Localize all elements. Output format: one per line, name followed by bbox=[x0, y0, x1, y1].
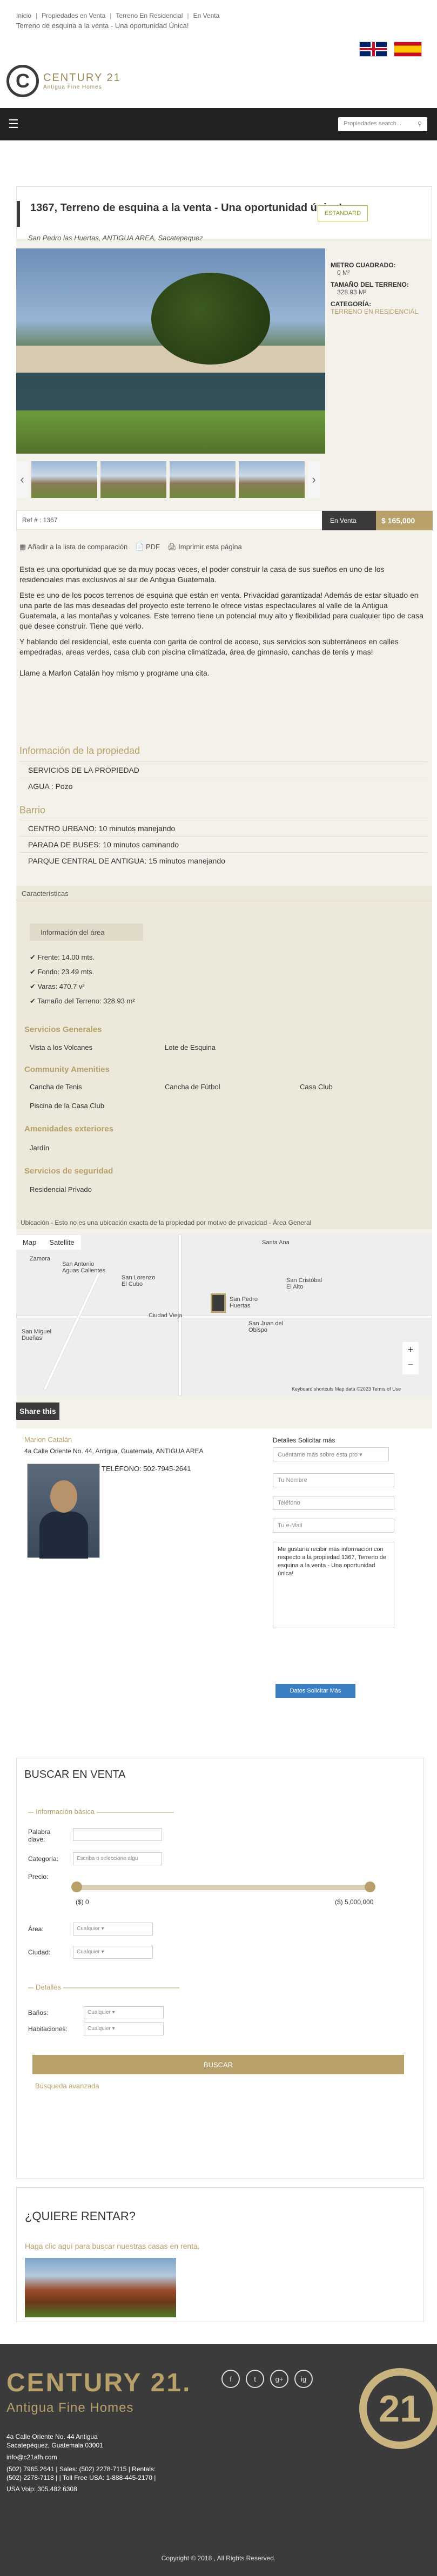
footer-brand-sub: Antigua Fine Homes bbox=[6, 2400, 134, 2415]
email-field[interactable]: Tu e-Mail bbox=[273, 1519, 394, 1533]
tab-area-info[interactable]: Información del área bbox=[30, 923, 143, 941]
main-photo[interactable] bbox=[16, 248, 325, 454]
listing-specs: METRO CUADRADO: 0 M² TAMAÑO DEL TERRENO:… bbox=[331, 257, 433, 315]
facebook-icon[interactable]: f bbox=[221, 2370, 240, 2388]
footer-brand: CENTURY 21. bbox=[6, 2369, 192, 2397]
search-title: BUSCAR EN VENTA bbox=[24, 1769, 126, 1781]
search-input[interactable]: Propiedades search... ⚲ bbox=[338, 117, 427, 131]
compare-button[interactable]: ▦ Añadir a la lista de comparación bbox=[19, 543, 127, 551]
features-header: Características bbox=[16, 888, 432, 900]
phone-field[interactable]: Teléfono bbox=[273, 1496, 394, 1510]
name-field[interactable]: Tu Nombre bbox=[273, 1473, 394, 1487]
thumbnail[interactable] bbox=[170, 461, 236, 498]
inquiry-select[interactable]: Cuéntame más sobre esta pro ▾ bbox=[273, 1447, 389, 1461]
thumbnail[interactable] bbox=[239, 461, 305, 498]
price-min-handle[interactable] bbox=[71, 1882, 82, 1892]
breadcrumb: Inicio | Propiedades en Venta | Terreno En… bbox=[16, 12, 220, 19]
instagram-icon[interactable]: ig bbox=[294, 2370, 313, 2388]
thumbnail[interactable] bbox=[31, 461, 97, 498]
rent-link[interactable]: Haga clic aquí para buscar nuestras casa… bbox=[25, 2242, 200, 2250]
map-note: Ubicación - Esto no es una ubicación exa… bbox=[16, 1215, 432, 1229]
rooms-select[interactable]: Cualquier ▾ bbox=[84, 2022, 164, 2035]
city-select[interactable]: Cualquier ▾ bbox=[73, 1946, 153, 1959]
agent-photo bbox=[27, 1464, 100, 1559]
spanish-flag-icon[interactable] bbox=[394, 42, 422, 57]
price-max-handle[interactable] bbox=[365, 1882, 375, 1892]
listing-description: Esta es una oportunidad que se da muy po… bbox=[19, 565, 423, 677]
send-request-button[interactable]: Datos Solicitar Más bbox=[275, 1684, 355, 1698]
search-icon[interactable]: ⚲ bbox=[418, 120, 422, 128]
footer: CENTURY 21. Antigua Fine Homes f t g+ ig… bbox=[0, 2344, 437, 2576]
search-card bbox=[16, 1758, 424, 2179]
property-pin-icon[interactable] bbox=[211, 1293, 226, 1313]
barrio-heading: Barrio bbox=[19, 805, 46, 815]
advanced-search-link[interactable]: Búsqueda avanzada bbox=[35, 2082, 99, 2090]
breadcrumb-home[interactable]: Inicio bbox=[16, 12, 31, 19]
agent-phone: TELÉFONO: 502-7945-2641 bbox=[102, 1465, 191, 1473]
price: $ 165,000 bbox=[376, 511, 433, 530]
breadcrumb-op[interactable]: En Venta bbox=[193, 12, 220, 19]
rent-image[interactable] bbox=[25, 2258, 176, 2317]
keyword-input[interactable] bbox=[73, 1828, 162, 1841]
english-flag-icon[interactable] bbox=[359, 42, 387, 57]
logo-mark: C bbox=[6, 65, 39, 97]
category-link[interactable]: TERRENO EN RESIDENCIAL bbox=[331, 308, 433, 315]
breadcrumb-sale[interactable]: Propiedades en Venta bbox=[42, 12, 105, 19]
operation-label: En Venta bbox=[322, 511, 376, 530]
status-badge: ESTANDARD bbox=[318, 205, 368, 221]
listing-address: San Pedro las Huertas, ANTIGUA AREA, Sac… bbox=[28, 234, 203, 242]
site-logo[interactable]: C CENTURY 21 Antigua Fine Homes bbox=[6, 65, 121, 97]
category-input[interactable]: Escriba o seleccione algu bbox=[73, 1852, 162, 1865]
photo-thumbnails: ‹ › bbox=[16, 460, 325, 499]
copyright: Copyright © 2018 , All Rights Reserved. bbox=[161, 2554, 276, 2562]
menu-icon[interactable]: ☰ bbox=[8, 117, 19, 131]
pdf-button[interactable]: 📄 PDF bbox=[135, 543, 160, 551]
listing-title: 1367, Terreno de esquina a la venta - Un… bbox=[30, 202, 342, 214]
contact-heading: Detalles Solicitar más bbox=[273, 1437, 335, 1444]
share-button[interactable]: Share this bbox=[16, 1402, 59, 1420]
logo-name: CENTURY 21 bbox=[43, 72, 121, 84]
tab-map[interactable]: Map bbox=[16, 1235, 43, 1250]
logo-sub: Antigua Fine Homes bbox=[43, 84, 102, 90]
navbar: ☰ Propiedades search... ⚲ bbox=[0, 108, 437, 140]
next-arrow-icon[interactable]: › bbox=[308, 461, 320, 498]
print-button[interactable]: 🖨 Imprimir esta página bbox=[167, 543, 242, 551]
rent-card: ¿QUIERE RENTAR? Haga clic aquí para busc… bbox=[16, 2187, 424, 2322]
location-map[interactable]: Map Satellite Santa Ana Zamora San Antoni… bbox=[16, 1234, 432, 1396]
search-button[interactable]: BUSCAR bbox=[32, 2055, 404, 2074]
baths-select[interactable]: Cualquier ▾ bbox=[84, 2006, 164, 2019]
tab-satellite[interactable]: Satellite bbox=[43, 1235, 80, 1250]
listing-title-bar: 1367, Terreno de esquina a la venta - Un… bbox=[16, 186, 432, 239]
basic-info-legend[interactable]: Información básica bbox=[33, 1808, 97, 1816]
agent-address: 4a Calle Oriente No. 44, Antigua, Guatem… bbox=[24, 1447, 204, 1455]
footer-logo-mark: 21 bbox=[359, 2368, 437, 2449]
property-info-heading: Información de la propiedad bbox=[19, 745, 140, 756]
twitter-icon[interactable]: t bbox=[246, 2370, 264, 2388]
google-plus-icon[interactable]: g+ bbox=[270, 2370, 288, 2388]
message-field[interactable]: Me gustaría recibir más información con … bbox=[273, 1542, 394, 1628]
price-slider[interactable] bbox=[71, 1882, 375, 1892]
agent-name[interactable]: Marlon Catalán bbox=[24, 1435, 72, 1444]
details-legend[interactable]: Detalles bbox=[33, 1983, 63, 1991]
prev-arrow-icon[interactable]: ‹ bbox=[16, 461, 28, 498]
footer-email-link[interactable]: info@c21afh.com bbox=[6, 2453, 57, 2461]
ref-number: Ref # : 1367 bbox=[22, 516, 58, 524]
breadcrumb-type[interactable]: Terreno En Residencial bbox=[116, 12, 183, 19]
area-select[interactable]: Cualquier ▾ bbox=[73, 1923, 153, 1936]
rent-title: ¿QUIERE RENTAR? bbox=[25, 2209, 136, 2223]
listing-tools: ▦ Añadir a la lista de comparación 📄 PDF… bbox=[19, 543, 242, 551]
tagline: Terreno de esquina a la venta - Una opor… bbox=[16, 22, 189, 30]
zoom-control[interactable]: + − bbox=[402, 1342, 419, 1374]
ref-bar: Ref # : 1367 En Venta $ 165,000 bbox=[16, 510, 433, 530]
thumbnail[interactable] bbox=[100, 461, 166, 498]
